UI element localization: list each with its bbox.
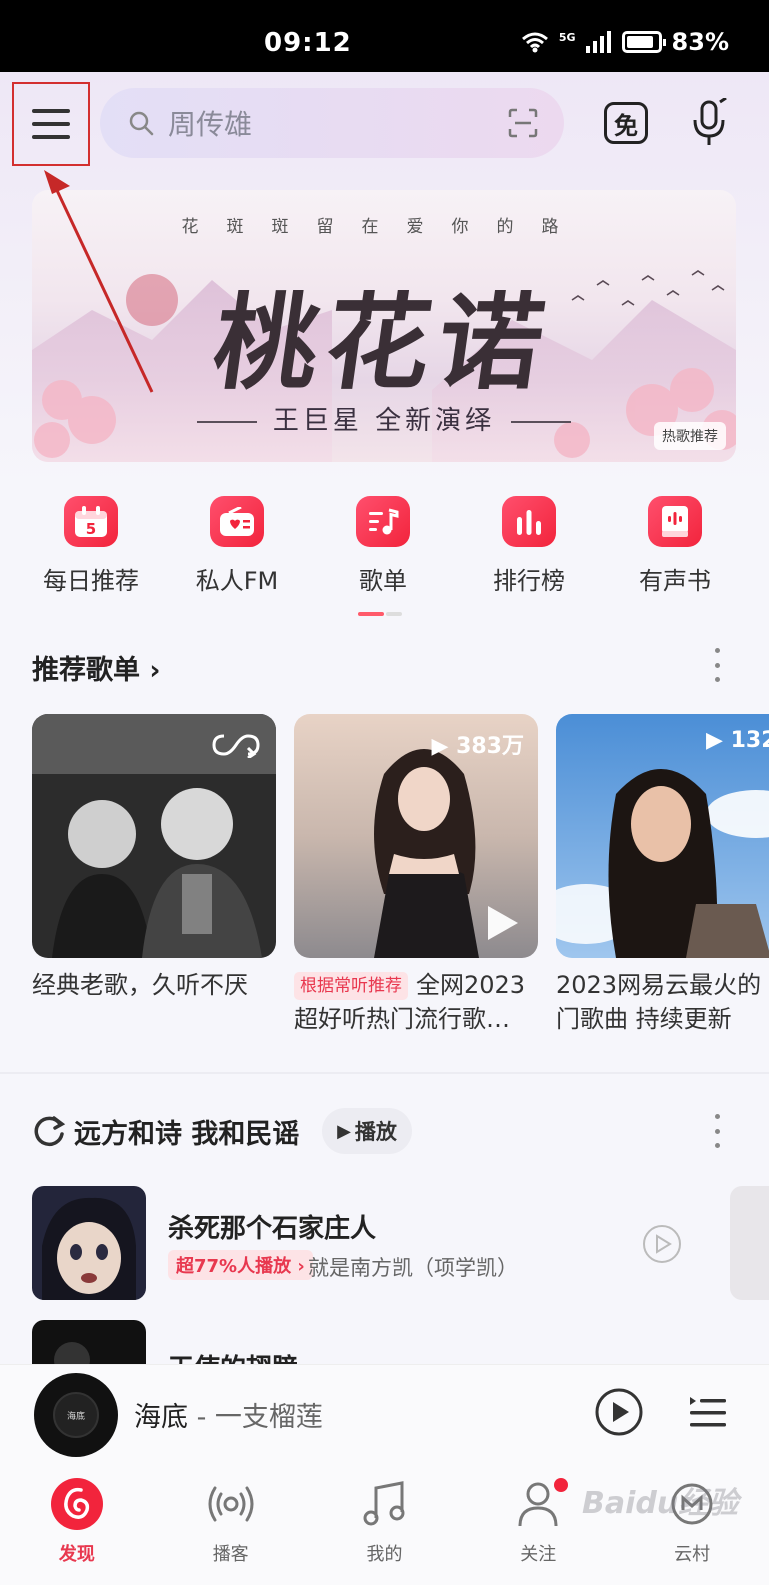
search-icon: [129, 111, 154, 136]
quick-nav-playlist[interactable]: 歌单: [310, 496, 456, 596]
play-icon[interactable]: [486, 904, 520, 942]
nav-mine[interactable]: 我的: [324, 1478, 444, 1585]
playlist-cover: [32, 714, 276, 958]
nav-label: 播客: [212, 1544, 249, 1565]
section-title-text: 推荐歌单: [32, 655, 140, 686]
recommendation-tag: 根据常听推荐: [294, 972, 408, 1000]
nav-discover[interactable]: 发现: [17, 1478, 137, 1585]
now-playing-title: 海底: [134, 1402, 188, 1433]
song-cover: [32, 1320, 146, 1364]
quick-nav-charts[interactable]: 排行榜: [456, 496, 602, 596]
playlist-cover: ▶ 132: [556, 714, 769, 958]
play-all-button[interactable]: ▶ 播放: [322, 1108, 412, 1154]
section-divider: [0, 1072, 769, 1074]
song-cover: [32, 1186, 146, 1300]
nav-label: 关注: [520, 1544, 557, 1565]
status-bar: 09:12 5G 83%: [0, 0, 769, 72]
song-row[interactable]: 杀死那个石家庄人 超77%人播放 › 就是南方凯（项学凯）: [32, 1186, 732, 1304]
quick-nav: 5 每日推荐 私人FM 歌单 排行榜 有声书: [18, 496, 758, 596]
quick-nav-label: 排行榜: [493, 567, 565, 595]
disc-label: 海底: [53, 1392, 99, 1438]
play-count: ▶ 383万: [431, 734, 524, 759]
search-input[interactable]: 周传雄: [100, 88, 564, 158]
status-time: 09:12: [264, 28, 352, 58]
nav-podcast[interactable]: 播客: [171, 1478, 291, 1585]
chart-icon: [502, 496, 556, 547]
song-artist: 就是南方凯（项学凯）: [308, 1256, 518, 1280]
playlist-title: 2023网易云最火的门歌曲 持续更新: [556, 971, 762, 1033]
quick-nav-audiobook[interactable]: 有声书: [602, 496, 748, 596]
more-options-icon[interactable]: [712, 648, 722, 682]
play-pause-button[interactable]: [594, 1387, 644, 1437]
folk-section-title: 远方和诗 我和民谣: [74, 1119, 300, 1150]
free-mode-button[interactable]: 免: [604, 102, 648, 144]
discover-icon: [50, 1478, 103, 1530]
song-row[interactable]: 天使的翅膀: [32, 1320, 732, 1364]
chevron-right-icon: ›: [149, 655, 161, 686]
quick-nav-label: 每日推荐: [43, 567, 139, 595]
quick-nav-page-indicator: [358, 612, 402, 616]
now-playing-artist: 一支榴莲: [214, 1402, 323, 1433]
hamburger-icon: [32, 109, 70, 139]
calendar-date: 5: [86, 520, 96, 538]
signal-icon: [585, 31, 611, 53]
play-count: ▶ 132: [706, 728, 769, 753]
playlist-card[interactable]: ▶ 383万 根据常听推荐 全网2023超好听热门流行歌…: [294, 714, 538, 1036]
nav-label: 发现: [58, 1544, 95, 1565]
battery-icon: [621, 31, 666, 53]
playlist-cover: ▶ 383万: [294, 714, 538, 958]
playlist-icon: [356, 496, 410, 547]
album-disc: 海底: [34, 1373, 118, 1457]
network-label: 5G: [558, 30, 576, 44]
menu-button[interactable]: [12, 82, 90, 166]
search-placeholder: 周传雄: [168, 108, 253, 141]
playlist-queue-icon[interactable]: [688, 1393, 728, 1433]
quick-nav-label: 有声书: [639, 567, 711, 595]
scan-icon[interactable]: [508, 108, 538, 138]
mini-player[interactable]: 海底 海底 - 一支榴莲: [0, 1364, 769, 1460]
annotation-arrow-icon: [44, 170, 154, 393]
playlist-title: 根据常听推荐 全网2023超好听热门流行歌…: [294, 971, 526, 1033]
play-icon: ▶: [337, 1120, 351, 1142]
battery-level: 83%: [671, 28, 729, 56]
audiobook-icon: [648, 496, 702, 547]
quick-nav-daily[interactable]: 5 每日推荐: [18, 496, 164, 596]
song-title: 天使的翅膀: [168, 1348, 298, 1364]
playlist-title: 经典老歌，久听不厌: [32, 971, 248, 999]
loop-icon: [212, 734, 260, 758]
song-title: 杀死那个石家庄人: [168, 1214, 377, 1244]
notification-dot: [554, 1478, 569, 1492]
nav-label: 我的: [366, 1544, 403, 1565]
now-playing: 海底 - 一支榴莲: [134, 1395, 323, 1434]
wifi-icon: [521, 32, 548, 53]
banner-badge: 热歌推荐: [654, 422, 726, 450]
playlist-card[interactable]: 经典老歌，久听不厌: [32, 714, 276, 1002]
play-circle-icon[interactable]: [642, 1224, 682, 1264]
popularity-badge: 超77%人播放 ›: [168, 1250, 313, 1280]
podcast-icon: [205, 1478, 257, 1530]
calendar-icon: 5: [64, 496, 118, 547]
radio-icon: [210, 496, 264, 547]
music-note-icon: [358, 1478, 410, 1530]
nav-label: 云村: [674, 1544, 711, 1565]
quick-nav-label: 歌单: [359, 567, 407, 595]
quick-nav-label: 私人FM: [195, 567, 279, 595]
more-options-icon[interactable]: [712, 1114, 722, 1148]
now-playing-separator: -: [188, 1402, 215, 1433]
play-all-label: 播放: [354, 1120, 397, 1144]
quick-nav-fm[interactable]: 私人FM: [164, 496, 310, 596]
voice-search-icon[interactable]: [690, 98, 730, 148]
playlist-card[interactable]: ▶ 132 2023网易云最火的门歌曲 持续更新: [556, 714, 769, 1036]
banner-subtitle: 王巨星 全新演绎: [32, 400, 736, 437]
watermark: Baidu经验: [582, 1486, 739, 1521]
recommended-playlists-title[interactable]: 推荐歌单 ›: [32, 648, 161, 687]
nav-follow[interactable]: 关注: [478, 1478, 598, 1585]
next-column-preview: [730, 1186, 769, 1300]
status-indicators: 5G 83%: [521, 28, 729, 56]
refresh-icon[interactable]: [32, 1114, 66, 1148]
